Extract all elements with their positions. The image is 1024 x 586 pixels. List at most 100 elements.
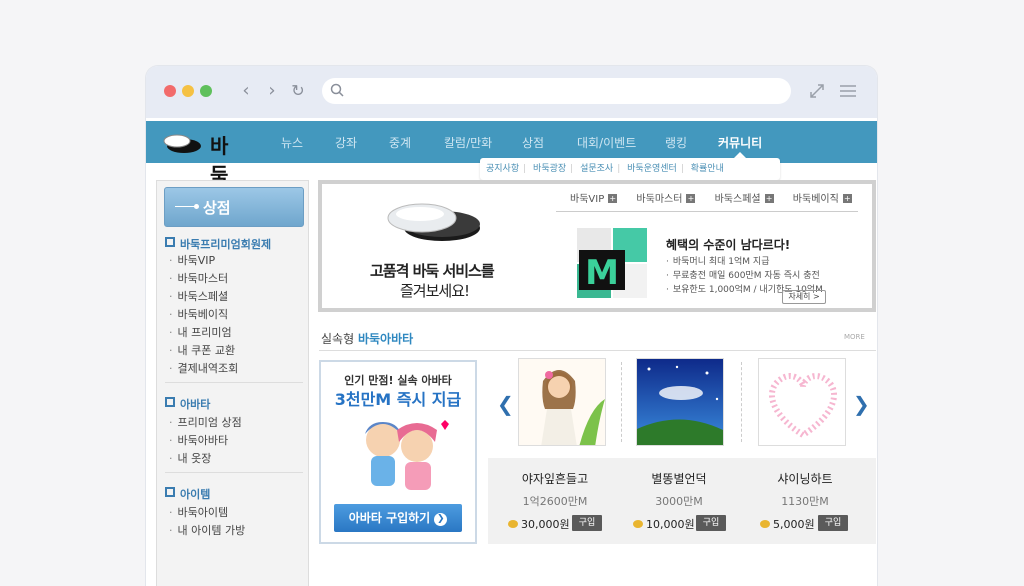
- product-name[interactable]: 야자잎흔들고: [496, 470, 614, 487]
- product-name[interactable]: 샤이닝하트: [746, 470, 864, 487]
- nav-broadcast[interactable]: 중계: [389, 134, 411, 151]
- reload-icon[interactable]: ↻: [288, 80, 308, 102]
- price-text: 5,000원: [773, 518, 815, 531]
- details-button[interactable]: 자세히 >: [782, 290, 826, 304]
- shop-label: 상점: [203, 199, 231, 217]
- minimize-dot[interactable]: [182, 85, 194, 97]
- sidebar-item-my-premium[interactable]: 내 프리미엄: [169, 324, 232, 340]
- coin-icon: [508, 520, 518, 528]
- avatar-promo-box[interactable]: 인기 만점! 실속 아바타 3천만M 즉시 지급 아바타 구입하기 ❯: [319, 360, 477, 544]
- divider: [741, 362, 742, 442]
- buy-avatar-button[interactable]: 아바타 구입하기 ❯: [334, 504, 462, 532]
- forward-icon[interactable]: ›: [262, 80, 282, 102]
- shining-heart-image: [759, 359, 845, 445]
- browser-window: ‹ › ↻ 바둑 뉴스 강좌 중계 칼럼/만화 상점 대회/이벤트 랭킹 커뮤니…: [146, 66, 877, 586]
- baduk-stone-icon: [163, 134, 201, 153]
- shop-sidebar: 상점 바둑프리미엄회원제 바둑VIP 바둑마스터 바둑스페셜 바둑베이직 내 프…: [156, 180, 309, 586]
- tab-basic[interactable]: 바둑베이직: [793, 194, 852, 205]
- nav-news[interactable]: 뉴스: [281, 134, 303, 151]
- submenu-notice[interactable]: 공지사항: [486, 164, 519, 174]
- promo-line: 바둑머니 최대 1억M 지급: [666, 254, 770, 267]
- coin-icon: [760, 520, 770, 528]
- sidebar-item-bag[interactable]: 내 아이템 가방: [169, 522, 246, 538]
- community-submenu: 공지사항 | 바둑광장 | 설문조사 | 바둑운영센터 | 확률안내: [480, 158, 780, 180]
- site-header: 바둑 뉴스 강좌 중계 칼럼/만화 상점 대회/이벤트 랭킹 커뮤니티: [146, 121, 877, 187]
- section-premium[interactable]: 바둑프리미엄회원제: [165, 236, 271, 252]
- product-panel: 야자잎흔들고 1억2600만M 30,000원 구입 별똥별언덕 3000만M …: [488, 458, 876, 544]
- palm-avatar-image: [519, 359, 605, 445]
- divider: [165, 472, 303, 473]
- premium-banner[interactable]: 고품격 바둑 서비스를 즐겨보세요! 바둑VIP 바둑마스터 바둑스페셜 바둑베…: [318, 180, 876, 312]
- section-item[interactable]: 아이템: [165, 486, 210, 502]
- promo-title: 혜택의 수준이 남다르다!: [666, 238, 791, 252]
- close-dot[interactable]: [164, 85, 176, 97]
- sidebar-item-special[interactable]: 바둑스페셜: [169, 288, 229, 304]
- arrow-icon: [175, 204, 199, 209]
- product-money: 1130만M: [781, 495, 829, 508]
- nav-community[interactable]: 커뮤니티: [718, 134, 762, 151]
- search-icon: [330, 83, 344, 97]
- section-divider: [319, 350, 876, 351]
- tab-vip[interactable]: 바둑VIP: [570, 194, 617, 205]
- sidebar-item-basic[interactable]: 바둑베이직: [169, 306, 229, 322]
- sidebar-item-items[interactable]: 바둑아이템: [169, 504, 229, 520]
- tile-letter: M: [585, 253, 619, 293]
- menu-icon[interactable]: [838, 81, 858, 101]
- product-image-palm[interactable]: [518, 358, 606, 446]
- buy-button[interactable]: 구입: [696, 515, 726, 531]
- nav-event[interactable]: 대회/이벤트: [577, 134, 636, 151]
- buy-avatar-label: 아바타 구입하기: [348, 511, 431, 525]
- shop-header-button[interactable]: 상점: [164, 187, 304, 227]
- price-text: 10,000원: [646, 518, 695, 531]
- product-image-heart[interactable]: [758, 358, 846, 446]
- sidebar-item-avatar[interactable]: 바둑아바타: [169, 432, 229, 448]
- product-image-hill[interactable]: [636, 358, 724, 446]
- membership-tabs: 바둑VIP 바둑마스터 바둑스페셜 바둑베이직: [570, 190, 868, 205]
- section-avatar[interactable]: 아바타: [165, 396, 210, 412]
- more-link[interactable]: MORE: [844, 333, 865, 341]
- tab-special[interactable]: 바둑스페셜: [715, 194, 774, 205]
- submenu-probability[interactable]: 확률안내: [691, 164, 724, 174]
- banner-subheadline: 즐겨보세요!: [400, 282, 470, 300]
- sidebar-item-coupon[interactable]: 내 쿠폰 교환: [169, 342, 236, 358]
- buy-button[interactable]: 구입: [572, 515, 602, 531]
- banner-headline: 고품격 바둑 서비스를: [370, 262, 495, 280]
- divider: [621, 362, 622, 442]
- divider: [165, 382, 303, 383]
- nav-lecture[interactable]: 강좌: [335, 134, 357, 151]
- product-money: 1억2600만M: [522, 495, 588, 508]
- avatar-couple-image: [365, 420, 449, 490]
- submenu-plaza[interactable]: 바둑광장: [533, 164, 566, 174]
- tab-divider: [556, 211, 858, 212]
- product-price: 5,000원: [760, 516, 815, 532]
- price-text: 30,000원: [521, 518, 570, 531]
- product-price: 10,000원: [633, 516, 695, 532]
- nav-shop[interactable]: 상점: [522, 134, 544, 151]
- submenu-survey[interactable]: 설문조사: [580, 164, 613, 174]
- address-bar[interactable]: [322, 78, 791, 104]
- product-name[interactable]: 별똥별언덕: [620, 470, 738, 487]
- sidebar-item-vip[interactable]: 바둑VIP: [169, 252, 216, 268]
- next-arrow-icon[interactable]: ❯: [853, 392, 870, 416]
- site-logo[interactable]: 바둑: [162, 128, 242, 187]
- nav-column[interactable]: 칼럼/만화: [444, 134, 492, 151]
- tab-master[interactable]: 바둑마스터: [636, 194, 695, 205]
- product-money: 3000만M: [655, 495, 703, 508]
- arrow-circle-icon: ❯: [434, 513, 448, 526]
- starry-hill-image: [637, 359, 723, 445]
- master-tile-image: M: [577, 228, 647, 298]
- sidebar-item-closet[interactable]: 내 옷장: [169, 450, 212, 466]
- submenu-center[interactable]: 바둑운영센터: [627, 164, 677, 174]
- section-prefix: 실속형: [321, 332, 355, 346]
- browser-toolbar: ‹ › ↻: [146, 66, 877, 118]
- sidebar-item-payment-history[interactable]: 결제내역조회: [169, 360, 239, 376]
- prev-arrow-icon[interactable]: ❮: [497, 392, 514, 416]
- sidebar-item-master[interactable]: 바둑마스터: [169, 270, 229, 286]
- expand-icon[interactable]: [807, 81, 827, 101]
- sidebar-item-premium-shop[interactable]: 프리미엄 상점: [169, 414, 242, 430]
- promo-line: 무료충전 매일 600만M 자동 즉시 충전: [666, 268, 820, 281]
- nav-ranking[interactable]: 랭킹: [665, 134, 687, 151]
- back-icon[interactable]: ‹: [236, 80, 256, 102]
- maximize-dot[interactable]: [200, 85, 212, 97]
- buy-button[interactable]: 구입: [818, 515, 848, 531]
